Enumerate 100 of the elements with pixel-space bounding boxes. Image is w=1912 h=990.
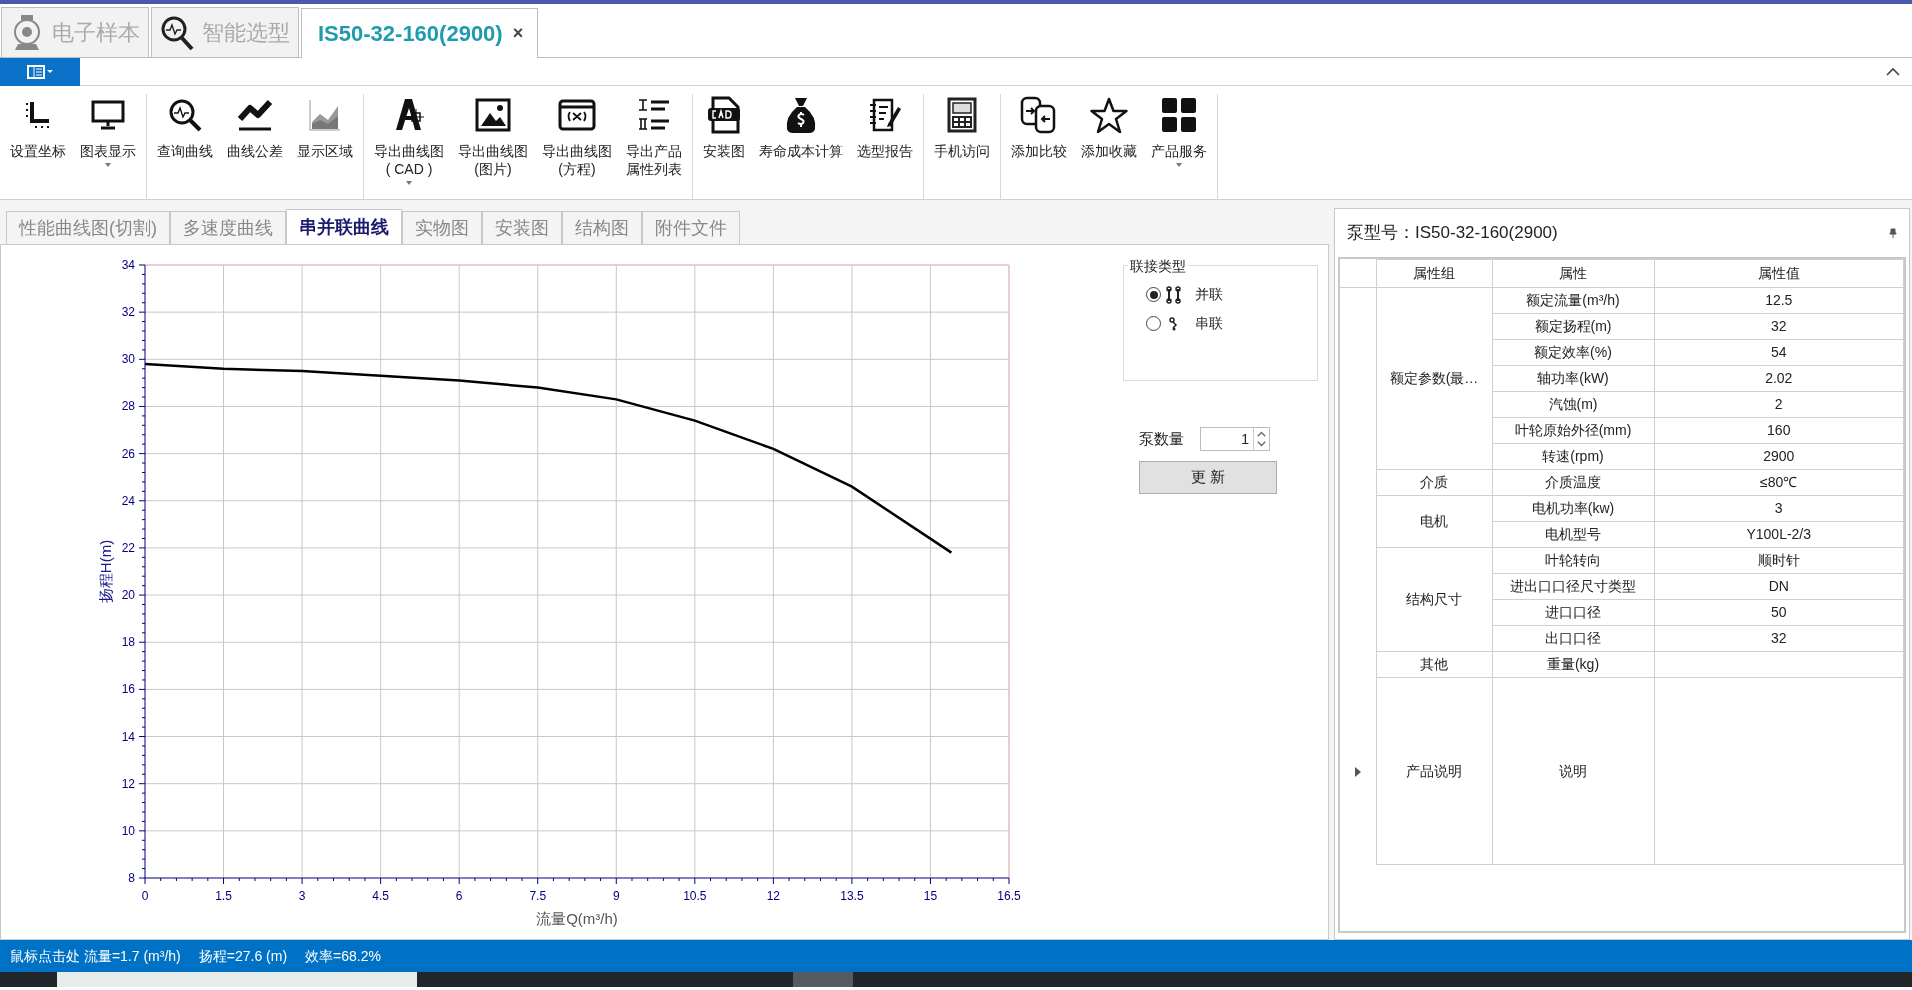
search-icon xyxy=(160,14,194,51)
compare-icon xyxy=(1020,94,1058,136)
table-cell: 转速(rpm) xyxy=(1492,443,1654,470)
table-cell: ≤80℃ xyxy=(1654,469,1904,496)
document-tab[interactable]: IS50-32-160(2900) × xyxy=(301,8,539,58)
radio-button[interactable] xyxy=(1146,287,1161,302)
tick-label: 16.5 xyxy=(997,889,1021,903)
status-text: 扬程=27.6 (m) xyxy=(198,946,288,966)
table-cell: 电机 xyxy=(1376,495,1492,548)
cad-file-icon xyxy=(707,94,741,136)
radio-option[interactable]: 串联 xyxy=(1146,313,1317,334)
axis-title: 扬程H(m) xyxy=(97,539,114,604)
pump-count-spinner[interactable]: 1 xyxy=(1200,427,1270,451)
tick-label: 4.5 xyxy=(372,889,389,903)
table-cell: 轴功率(kW) xyxy=(1492,365,1654,392)
pin-icon[interactable] xyxy=(1889,228,1897,238)
table-cell: 叶轮原始外径(mm) xyxy=(1492,417,1654,444)
tick-label: 10 xyxy=(121,823,135,838)
tick-label: 32 xyxy=(121,305,135,320)
toolbar-button[interactable]: 曲线公差 xyxy=(220,94,290,200)
table-cell: 额定扬程(m) xyxy=(1492,313,1654,340)
table-cell: 54 xyxy=(1654,339,1904,366)
tick-label: 24 xyxy=(121,493,135,508)
table-cell: 额定参数(最… xyxy=(1376,287,1492,470)
column-header: 属性组 xyxy=(1376,259,1492,288)
caret-icon xyxy=(105,163,111,167)
tick-label: 6 xyxy=(455,889,463,903)
taskbar-item[interactable] xyxy=(793,972,853,987)
table-cell: Y100L-2/3 xyxy=(1654,521,1904,548)
table-cell: 50 xyxy=(1654,599,1904,626)
table-cell: 进口口径 xyxy=(1492,599,1654,626)
close-button[interactable]: × xyxy=(512,20,524,47)
toolbar-button[interactable]: 导出产品 属性列表 xyxy=(619,94,689,200)
toolbar-button[interactable]: 导出曲线图 ( CAD ) xyxy=(367,94,451,200)
toolbar-button[interactable]: 寿命成本计算 xyxy=(752,94,850,200)
panel-title: 泵型号：IS50-32-160(2900) xyxy=(1347,222,1558,245)
tick-label: 8 xyxy=(128,871,135,885)
toolbar-button[interactable]: 添加收藏 xyxy=(1074,94,1144,200)
status-text: 效率=68.2% xyxy=(305,946,381,966)
table-cell: 额定流量(m³/h) xyxy=(1492,287,1654,314)
table-cell: 160 xyxy=(1654,417,1904,444)
table-cell: 进出口口径尺寸类型 xyxy=(1492,573,1654,600)
toolbar-button[interactable]: 设置坐标 xyxy=(3,94,73,200)
toolbar-button[interactable]: 选型报告 xyxy=(850,94,920,200)
toolbar-button[interactable]: 查询曲线 xyxy=(150,94,220,200)
tick-label: 16 xyxy=(121,682,135,697)
table-cell: 32 xyxy=(1654,625,1904,652)
table-cell: 32 xyxy=(1654,313,1904,340)
table-cell: 顺时针 xyxy=(1654,547,1904,574)
table-cell: 结构尺寸 xyxy=(1376,547,1492,652)
tick-label: 22 xyxy=(121,540,135,555)
toolbar-button[interactable]: 导出曲线图 (图片) xyxy=(451,94,535,200)
caret-icon xyxy=(1176,163,1182,167)
tick-label: 20 xyxy=(121,588,135,603)
toolbar-button[interactable]: 图表显示 xyxy=(73,94,143,200)
table-cell: 电机功率(kw) xyxy=(1492,495,1654,522)
table-cell: 产品说明 xyxy=(1376,677,1492,865)
layout-icon xyxy=(27,64,53,79)
tick-label: 12 xyxy=(121,776,135,791)
tick-label: 15 xyxy=(923,889,938,903)
tick-label: 0 xyxy=(141,889,149,903)
table-cell: 汽蚀(m) xyxy=(1492,391,1654,418)
tick-label: 12 xyxy=(766,889,781,903)
tick-label: 18 xyxy=(121,635,135,650)
table-cell: 3 xyxy=(1654,495,1904,522)
update-button[interactable]: 更 新 xyxy=(1139,461,1277,494)
table-cell: 出口口径 xyxy=(1492,625,1654,652)
tick-label: 1.5 xyxy=(215,889,232,903)
pump-count-label: 泵数量 xyxy=(1139,428,1184,449)
tick-label: 34 xyxy=(121,258,135,272)
table-cell: 说明 xyxy=(1492,677,1654,865)
tick-label: 30 xyxy=(121,352,135,367)
table-cell: 2900 xyxy=(1654,443,1904,470)
toolbar-button[interactable]: 安装图 xyxy=(696,94,752,200)
toolbar-button[interactable]: 导出曲线图 (方程) xyxy=(535,94,619,200)
parallel-icon xyxy=(1165,285,1183,304)
table-cell: DN xyxy=(1654,573,1904,600)
toolbar-button[interactable]: 添加比较 xyxy=(1004,94,1074,200)
table-cell: 额定效率(%) xyxy=(1492,339,1654,366)
table-cell: 叶轮转向 xyxy=(1492,547,1654,574)
axis-title: 流量Q(m³/h) xyxy=(536,910,618,927)
radio-button[interactable] xyxy=(1146,316,1161,331)
tick-label: 13.5 xyxy=(840,889,864,903)
taskbar-item[interactable] xyxy=(57,972,417,987)
tick-label: 3 xyxy=(298,889,306,903)
column-header: 属性 xyxy=(1492,259,1654,288)
ribbon-menu-button[interactable] xyxy=(0,57,80,86)
tick-label: 10.5 xyxy=(683,889,707,903)
toolbar-button[interactable]: 手机访问 xyxy=(927,94,997,200)
collapse-icon[interactable] xyxy=(1886,67,1900,76)
toolbar-button[interactable]: 显示区域 xyxy=(290,94,360,200)
table-cell: 12.5 xyxy=(1654,287,1904,314)
column-header: 属性值 xyxy=(1654,259,1904,288)
caret-icon xyxy=(406,181,412,185)
chart-tab[interactable]: 串并联曲线 xyxy=(286,209,402,245)
radio-option[interactable]: 并联 xyxy=(1146,284,1317,305)
toolbar-button[interactable]: 产品服务 xyxy=(1144,94,1214,200)
table-cell: 电机型号 xyxy=(1492,521,1654,548)
table-cell: 重量(kg) xyxy=(1492,651,1654,678)
tick-label: 9 xyxy=(612,889,620,903)
